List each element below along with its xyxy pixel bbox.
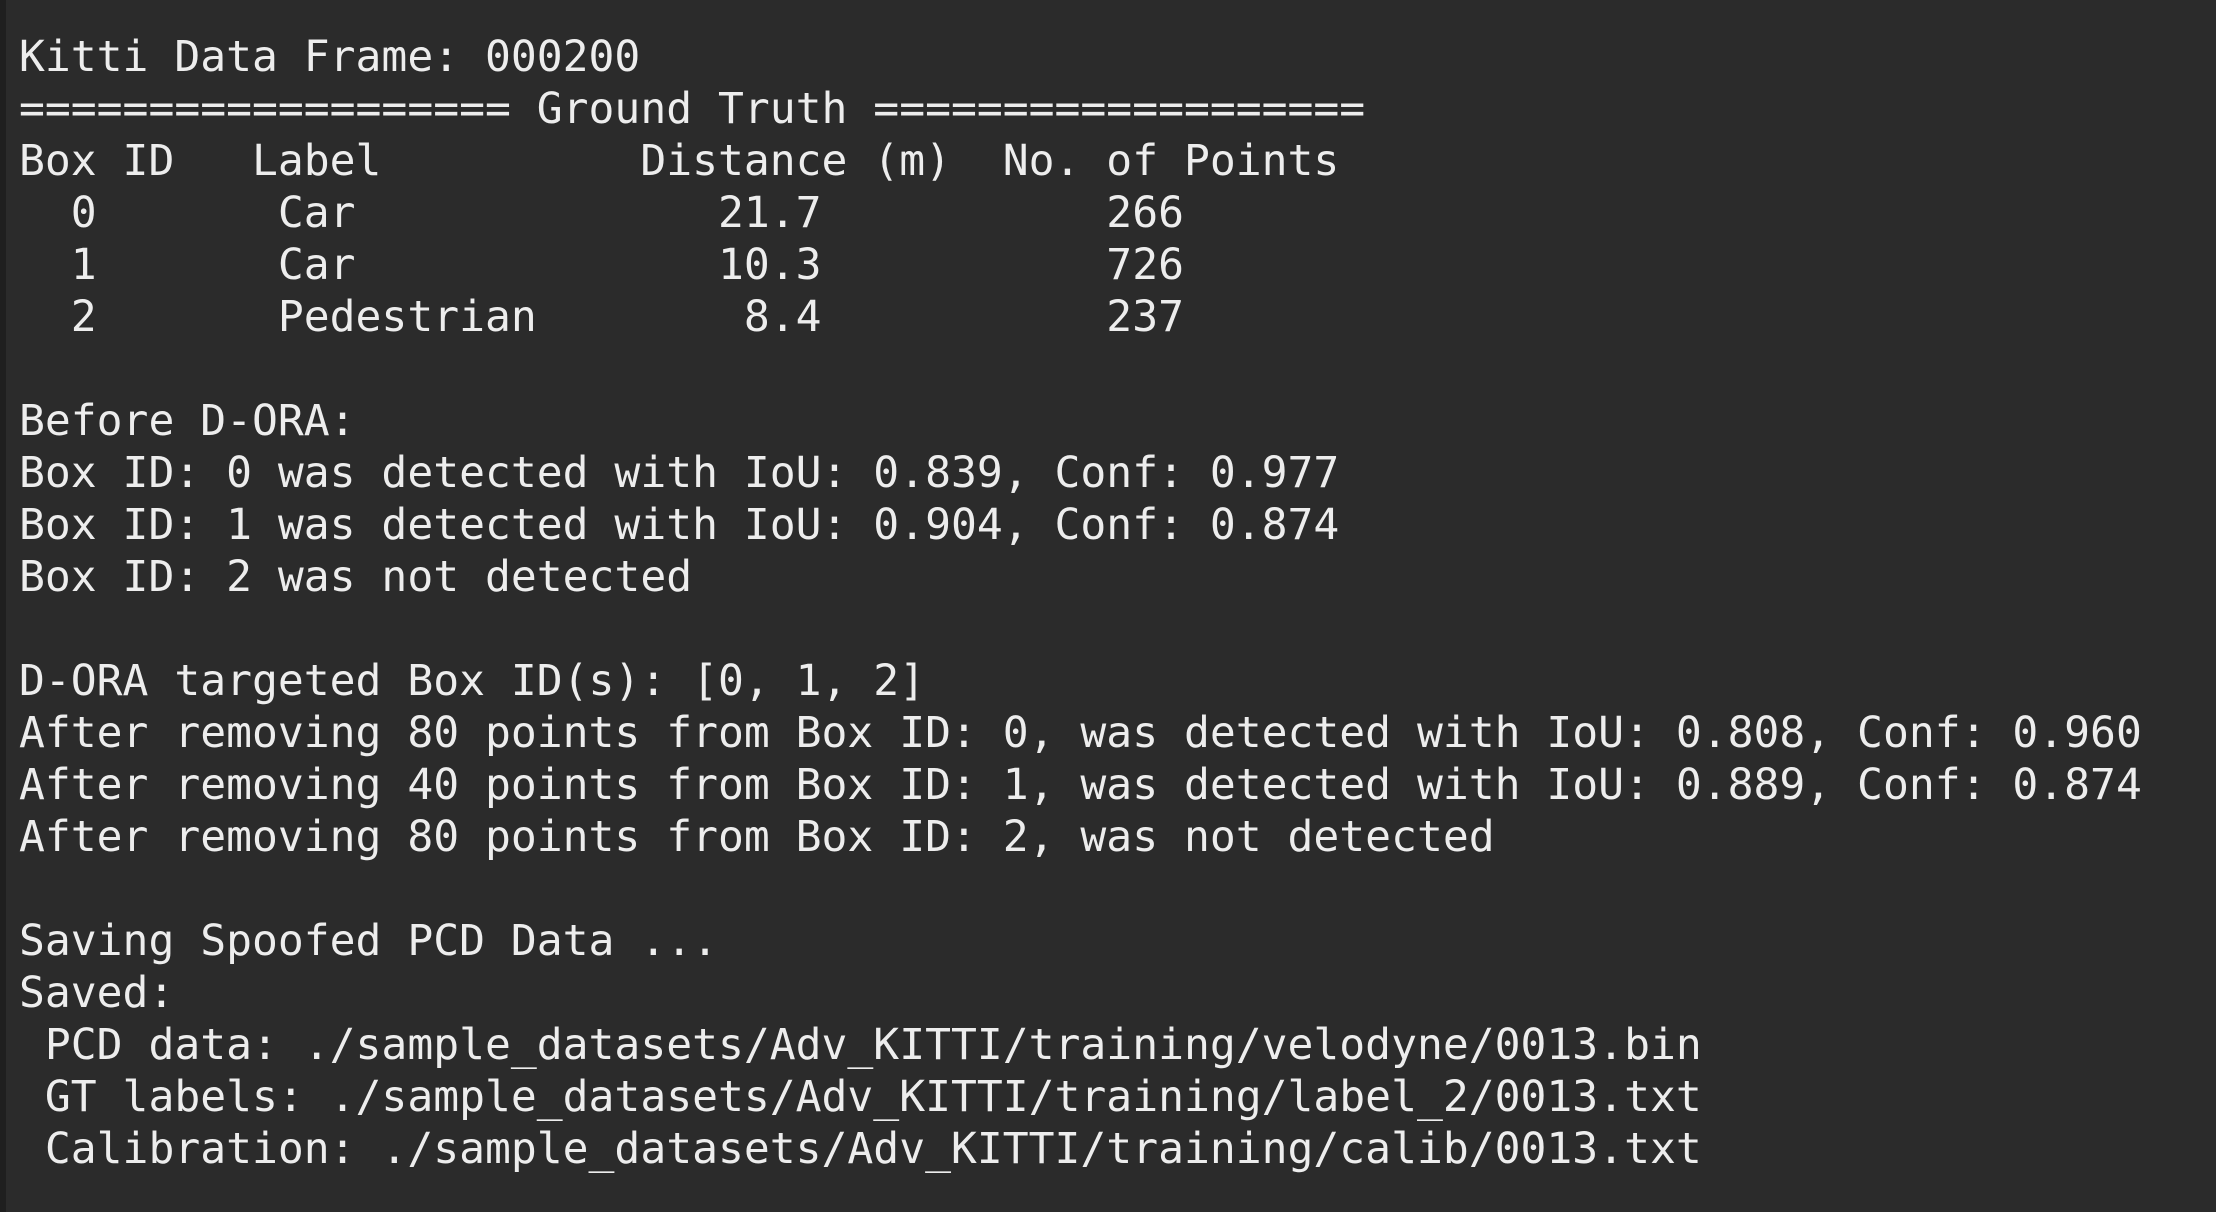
ground-truth-separator: =================== Ground Truth =======…	[19, 84, 1366, 134]
saving-status-line: Saving Spoofed PCD Data ...	[19, 916, 718, 966]
terminal-output: Kitti Data Frame: 000200 ================…	[19, 31, 2216, 1175]
window-edge	[0, 0, 6, 1212]
dora-targets-line: D-ORA targeted Box ID(s): [0, 1, 2]	[19, 656, 926, 706]
table-row: 0 Car 21.7 266	[19, 188, 1184, 238]
before-dora-heading: Before D-ORA:	[19, 396, 356, 446]
detection-line: Box ID: 0 was detected with IoU: 0.839, …	[19, 448, 1340, 498]
terminal-window[interactable]: Kitti Data Frame: 000200 ================…	[0, 0, 2216, 1212]
table-row: 2 Pedestrian 8.4 237	[19, 292, 1184, 342]
saved-pcd-path: PCD data: ./sample_datasets/Adv_KITTI/tr…	[19, 1020, 1702, 1070]
table-row: 1 Car 10.3 726	[19, 240, 1184, 290]
saved-calib-path: Calibration: ./sample_datasets/Adv_KITTI…	[19, 1124, 1702, 1174]
table-header-line: Box ID Label Distance (m) No. of Points	[19, 136, 1340, 186]
attack-result-line: After removing 80 points from Box ID: 0,…	[19, 708, 2142, 758]
detection-line: Box ID: 2 was not detected	[19, 552, 693, 602]
frame-header-line: Kitti Data Frame: 000200	[19, 32, 641, 82]
saved-labels-path: GT labels: ./sample_datasets/Adv_KITTI/t…	[19, 1072, 1702, 1122]
attack-result-line: After removing 40 points from Box ID: 1,…	[19, 760, 2142, 810]
saved-heading: Saved:	[19, 968, 175, 1018]
detection-line: Box ID: 1 was detected with IoU: 0.904, …	[19, 500, 1340, 550]
attack-result-line: After removing 80 points from Box ID: 2,…	[19, 812, 1495, 862]
